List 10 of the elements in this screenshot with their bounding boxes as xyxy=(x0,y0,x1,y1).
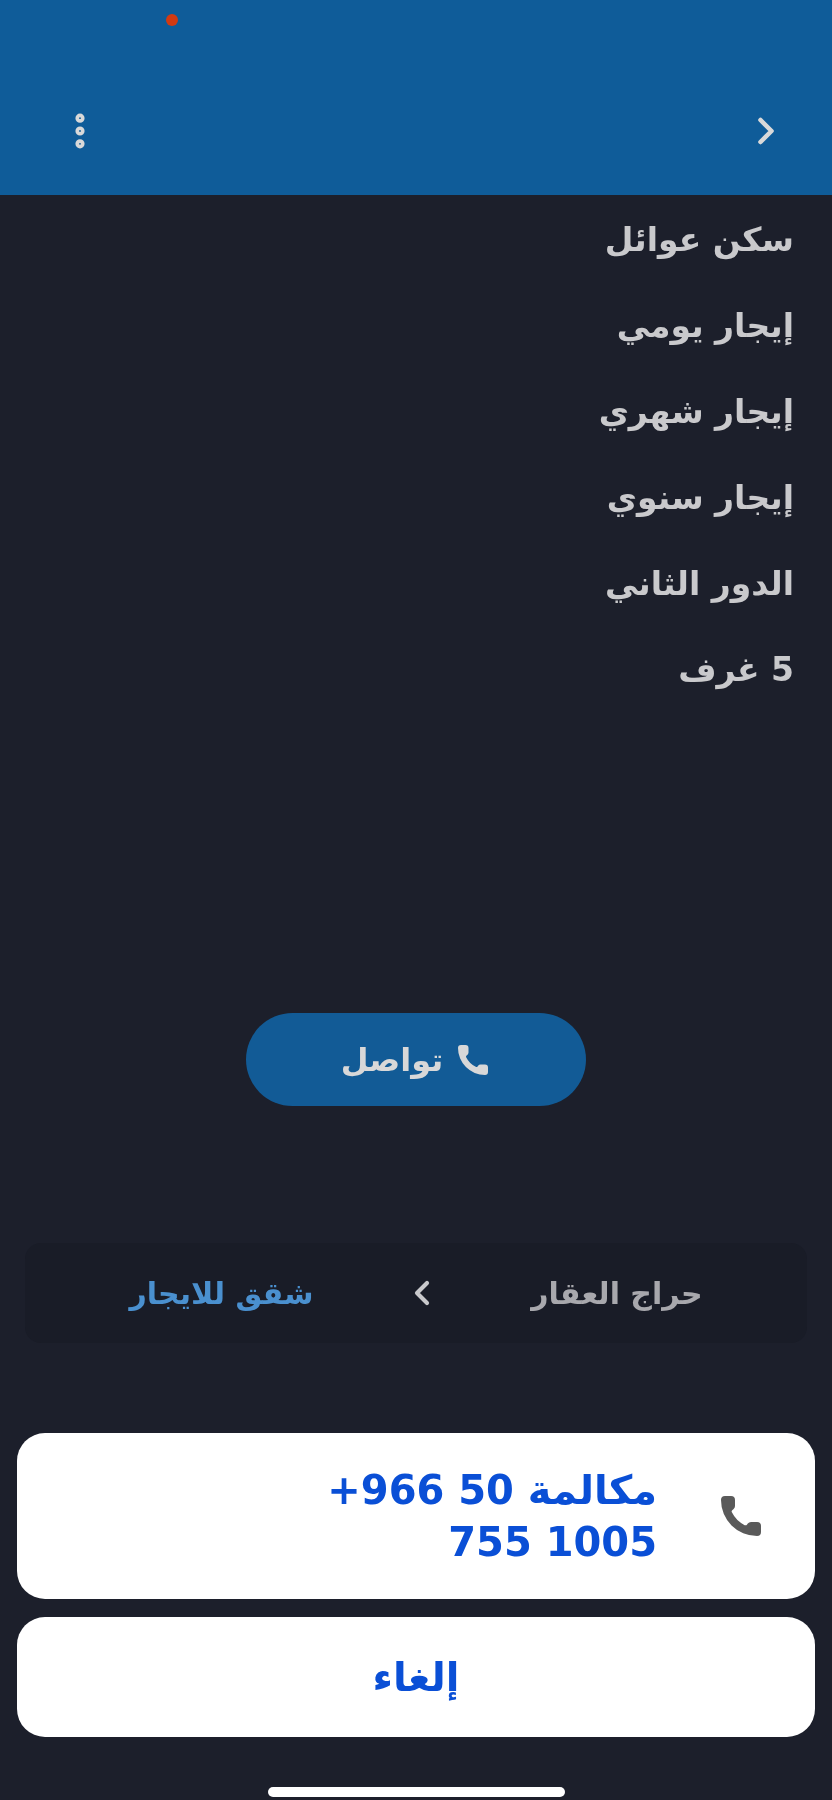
detail-text: إيجار شهري xyxy=(597,391,794,434)
detail-text: إيجار يومي xyxy=(615,305,794,348)
detail-text: الدور الثاني xyxy=(603,563,794,606)
detail-text: 5 غرف xyxy=(677,649,794,692)
detail-text: سكن عوائل xyxy=(603,219,794,262)
detail-text: إيجار سنوي xyxy=(605,477,794,520)
cancel-button[interactable]: إلغاء xyxy=(17,1617,815,1737)
breadcrumb-item[interactable]: حراج العقار xyxy=(531,1270,703,1316)
contact-button[interactable]: تواصل xyxy=(246,1013,586,1106)
breadcrumb-link[interactable]: شقق للايجار xyxy=(129,1270,314,1316)
